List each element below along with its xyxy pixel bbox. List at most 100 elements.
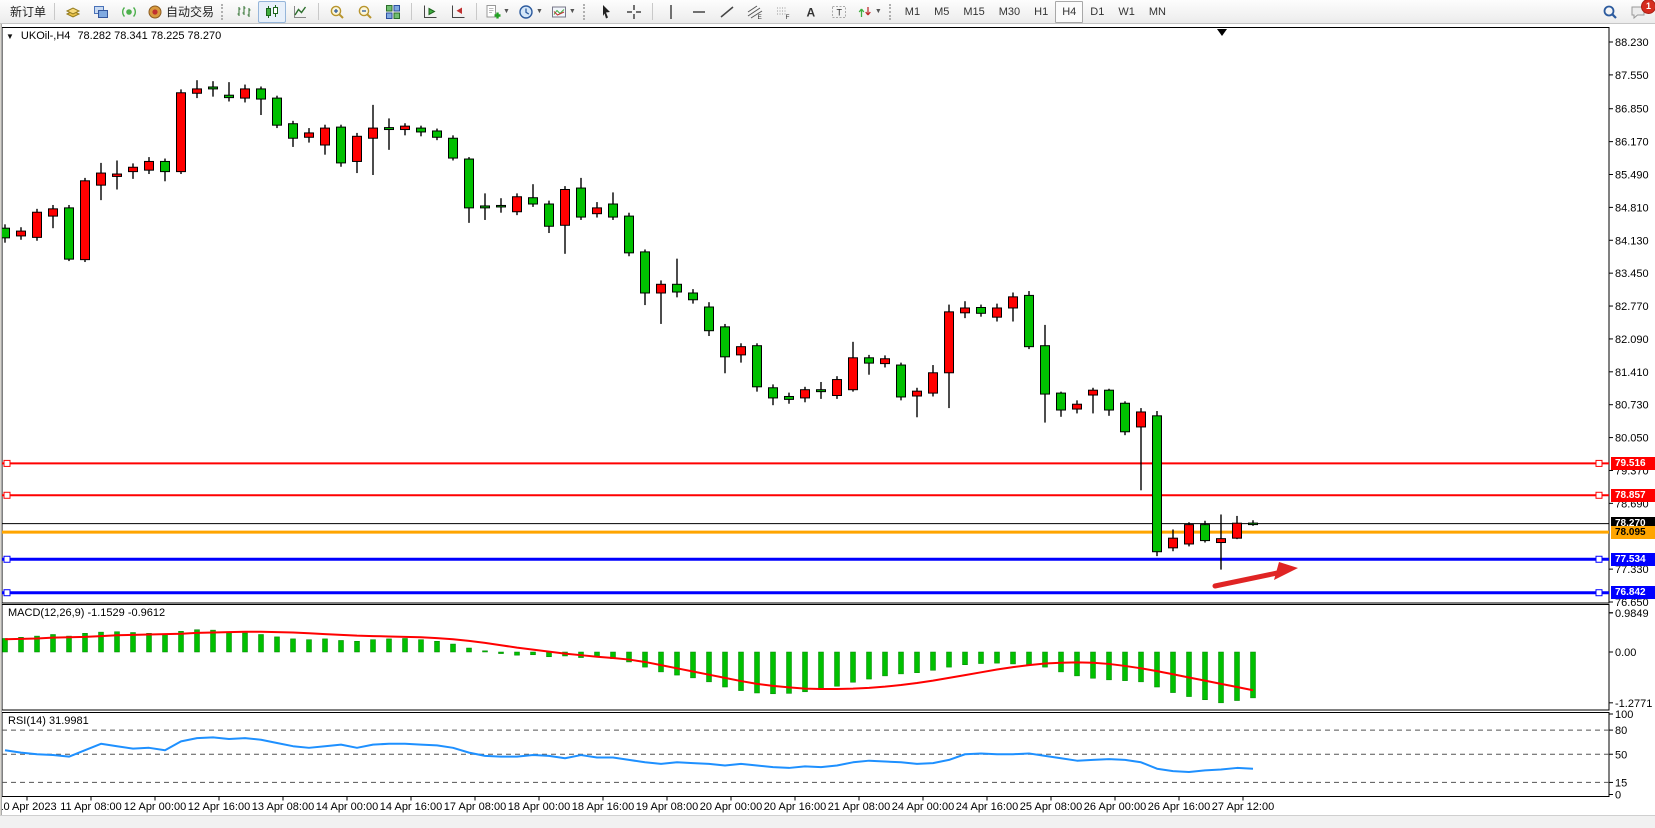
toolbar-separator bbox=[318, 3, 319, 20]
dropdown-caret-icon[interactable]: ▼ bbox=[875, 8, 882, 15]
fibonacci-button[interactable]: E bbox=[741, 1, 769, 23]
shiftend-icon bbox=[422, 4, 438, 20]
candle-bullish bbox=[561, 189, 570, 225]
date-label: 12 Apr 16:00 bbox=[188, 801, 250, 813]
fibo-icon: E bbox=[747, 4, 763, 20]
zoom-in-button[interactable] bbox=[323, 1, 351, 23]
candle-bearish bbox=[225, 95, 234, 97]
timeframe-m5-button[interactable]: M5 bbox=[927, 1, 956, 23]
zoom-out-button[interactable] bbox=[351, 1, 379, 23]
candle-bearish bbox=[689, 293, 698, 300]
arrow-annotation-head[interactable] bbox=[1274, 562, 1298, 580]
grid-button[interactable]: F bbox=[769, 1, 797, 23]
rsi-indicator-label: RSI(14) 31.9981 bbox=[8, 715, 89, 727]
timeframe-h4-button[interactable]: H4 bbox=[1055, 1, 1083, 23]
charts-stack-button[interactable] bbox=[59, 1, 87, 23]
arrow-annotation[interactable] bbox=[1215, 572, 1282, 586]
toolbar-drag-handle[interactable] bbox=[889, 4, 895, 20]
chart-shift-marker-icon[interactable] bbox=[1217, 29, 1227, 36]
macd-histogram-bar bbox=[947, 652, 952, 667]
signals-button[interactable] bbox=[115, 1, 143, 23]
candle-bullish bbox=[177, 93, 186, 172]
macd-histogram-bar bbox=[1107, 652, 1112, 680]
macd-histogram-bar bbox=[243, 633, 248, 652]
chart-shift-button[interactable] bbox=[416, 1, 444, 23]
candle-bullish bbox=[929, 373, 938, 393]
macd-histogram-bar bbox=[883, 652, 888, 676]
vertical-line-button[interactable] bbox=[657, 1, 685, 23]
candle-bearish bbox=[705, 307, 714, 331]
search-button[interactable] bbox=[1596, 1, 1624, 23]
terminal-windows-button[interactable] bbox=[87, 1, 115, 23]
macd-histogram-bar bbox=[1235, 652, 1240, 701]
texta-icon: A bbox=[803, 4, 819, 20]
candle-bullish bbox=[369, 128, 378, 138]
candle-bearish bbox=[497, 205, 506, 207]
symbol-dropdown-icon[interactable]: ▼ bbox=[6, 32, 14, 41]
candle-bullish bbox=[33, 212, 42, 237]
line-chart-button[interactable] bbox=[286, 1, 314, 23]
cursor-button[interactable] bbox=[592, 1, 620, 23]
date-label: 26 Apr 16:00 bbox=[1148, 801, 1210, 813]
candle-bullish bbox=[737, 347, 746, 355]
timeframe-h1-button[interactable]: H1 bbox=[1027, 1, 1055, 23]
toolbar-drag-handle[interactable] bbox=[583, 4, 589, 20]
candle-chart-button[interactable] bbox=[258, 1, 286, 23]
timeframe-m30-button[interactable]: M30 bbox=[992, 1, 1027, 23]
horizontal-line-button[interactable] bbox=[685, 1, 713, 23]
crosshair-icon bbox=[626, 4, 642, 20]
toolbar-drag-handle[interactable] bbox=[221, 4, 227, 20]
new-order-button[interactable]: 新订单 bbox=[3, 1, 50, 23]
resistance-line-1-handle[interactable] bbox=[1596, 460, 1602, 466]
candle-bullish bbox=[913, 391, 922, 396]
price-tag-support-1: 77.534 bbox=[1611, 553, 1655, 566]
trendline-button[interactable] bbox=[713, 1, 741, 23]
support-line-1-handle[interactable] bbox=[1596, 556, 1602, 562]
timeframe-d1-button[interactable]: D1 bbox=[1083, 1, 1111, 23]
timeframe-m15-button[interactable]: M15 bbox=[956, 1, 991, 23]
macd-histogram-bar bbox=[1203, 652, 1208, 700]
shapes-button[interactable]: ▼ bbox=[853, 1, 886, 23]
svg-text:E: E bbox=[757, 14, 762, 20]
shapes-icon bbox=[857, 4, 873, 20]
date-label: 14 Apr 00:00 bbox=[316, 801, 378, 813]
macd-histogram-bar bbox=[739, 652, 744, 691]
dropdown-caret-icon[interactable]: ▼ bbox=[536, 8, 543, 15]
tile-windows-button[interactable] bbox=[379, 1, 407, 23]
trading-terminal-window: 新订单 自动交易 ▼ ▼ ▼ E FAT ▼ M1M5M15M30H1H4D1W1MN 1 88.… bbox=[0, 0, 1655, 828]
candle-bearish bbox=[977, 307, 986, 313]
resistance-line-1-handle[interactable] bbox=[4, 460, 10, 466]
resistance-line-2-handle[interactable] bbox=[1596, 492, 1602, 498]
bar-chart-button[interactable] bbox=[230, 1, 258, 23]
candle-bearish bbox=[721, 327, 730, 357]
chart-canvas[interactable]: 88.23087.55086.85086.17085.49084.81084.1… bbox=[0, 24, 1655, 815]
auto-trading-button[interactable]: 自动交易 bbox=[143, 1, 218, 23]
chat-button[interactable]: 1 bbox=[1624, 1, 1652, 23]
candle-bullish bbox=[81, 181, 90, 260]
template-button[interactable]: ▼ bbox=[547, 1, 580, 23]
macd-histogram-bar bbox=[1027, 652, 1032, 665]
macd-histogram-bar bbox=[707, 652, 712, 682]
text-button[interactable]: A bbox=[797, 1, 825, 23]
resistance-line-2-handle[interactable] bbox=[4, 492, 10, 498]
timeframe-w1-button[interactable]: W1 bbox=[1111, 1, 1142, 23]
zoomout-icon bbox=[357, 4, 373, 20]
dropdown-caret-icon[interactable]: ▼ bbox=[569, 8, 576, 15]
auto-scroll-button[interactable] bbox=[444, 1, 472, 23]
add-indicator-button[interactable]: ▼ bbox=[481, 1, 514, 23]
timeframe-mn-button[interactable]: MN bbox=[1142, 1, 1173, 23]
support-line-2-handle[interactable] bbox=[1596, 590, 1602, 596]
candle-bearish bbox=[641, 252, 650, 293]
candle-bearish bbox=[1105, 390, 1114, 410]
support-line-1-handle[interactable] bbox=[4, 556, 10, 562]
support-line-2-handle[interactable] bbox=[4, 590, 10, 596]
macd-histogram-bar bbox=[963, 652, 968, 665]
dropdown-caret-icon[interactable]: ▼ bbox=[503, 8, 510, 15]
crosshair-button[interactable] bbox=[620, 1, 648, 23]
text-label-button[interactable]: T bbox=[825, 1, 853, 23]
timeframe-m1-button[interactable]: M1 bbox=[898, 1, 927, 23]
candle-bullish bbox=[945, 312, 954, 373]
candle-bullish bbox=[1233, 523, 1242, 538]
period-button[interactable]: ▼ bbox=[514, 1, 547, 23]
price-tick-label: 80.730 bbox=[1615, 400, 1649, 412]
